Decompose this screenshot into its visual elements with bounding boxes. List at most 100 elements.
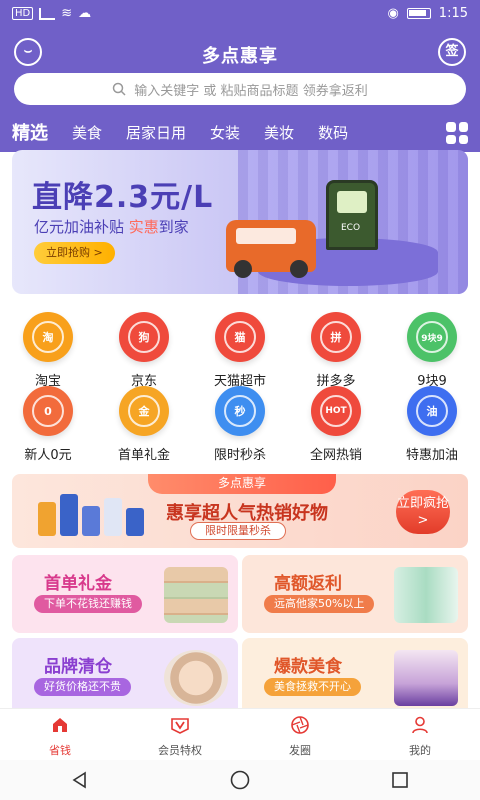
category-tabs: 精选 美食 居家日用 女装 美妆 数码 (0, 114, 480, 150)
cosmetics-image (394, 567, 458, 623)
flash-sale-glyph: 秒 (224, 395, 256, 427)
pinduoduo-icon: 拼 (311, 312, 361, 362)
tab-women[interactable]: 女装 (198, 122, 252, 143)
nav-profile[interactable]: 我的 (360, 709, 480, 760)
product-image (38, 494, 144, 536)
tab-digital[interactable]: 数码 (306, 122, 360, 143)
back-icon[interactable] (70, 770, 90, 790)
recent-apps-icon[interactable] (390, 770, 410, 790)
sign-in-icon[interactable]: 签 (438, 38, 466, 66)
banner-sub-prefix: 亿元加油补贴 (34, 218, 129, 236)
hot-icon: HOT (311, 386, 361, 436)
status-bar: HD ≋ ☁ ◉ 1:15 (0, 0, 480, 28)
shortcut-flash-sale[interactable]: 秒 限时秒杀 (192, 386, 288, 463)
shortcut-label: 首单礼金 (117, 448, 170, 463)
shortcut-label: 新人0元 (24, 448, 72, 463)
buy-now-button[interactable]: 立即抢购 > (34, 242, 115, 264)
shortcut-hot[interactable]: HOT 全网热销 (288, 386, 384, 463)
wifi-icon: ≋ (61, 6, 73, 21)
nav-save-money[interactable]: 省钱 (0, 709, 120, 760)
home-icon (53, 718, 67, 732)
shortcut-pdd[interactable]: 拼 拼多多 (288, 312, 384, 389)
promo-tag: 多点惠享 (148, 474, 336, 494)
nav-vip[interactable]: 会员特权 (120, 709, 240, 760)
page-title: 多点惠享 (202, 46, 278, 67)
search-placeholder: 输入关键字 或 粘贴商品标题 领券拿返利 (134, 83, 368, 99)
cushion-compact-image (164, 650, 228, 706)
card-title: 首单礼金 (44, 574, 112, 594)
shortcut-grid: 淘 淘宝 狗 京东 猫 天猫超市 拼 拼多多 9块9 9块9 0 新人0元 金 … (0, 306, 480, 463)
header: ⌣ 多点惠享 签 输入关键字 或 粘贴商品标题 领券拿返利 精选 美食 居家日用… (0, 28, 480, 152)
coins-icon: 金 (119, 386, 169, 436)
tmall-glyph: 猫 (224, 321, 256, 353)
banner-subtitle: 亿元加油补贴 实惠到家 (34, 216, 189, 237)
vip-icon (171, 718, 189, 734)
eye-icon: ◉ (387, 6, 399, 21)
system-nav-bar (0, 760, 480, 800)
shortcut-label: 全网热销 (309, 448, 362, 463)
shortcut-tmall[interactable]: 猫 天猫超市 (192, 312, 288, 389)
shortcut-label: 特惠加油 (405, 448, 458, 463)
card-title: 品牌清仓 (44, 657, 112, 677)
shortcut-fuel[interactable]: 油 特惠加油 (384, 386, 480, 463)
nav-moments[interactable]: 发圈 (240, 709, 360, 760)
banner-sub-highlight: 实惠 (128, 218, 159, 236)
signal-icon (39, 7, 56, 20)
tab-featured[interactable]: 精选 (0, 119, 60, 145)
search-input[interactable]: 输入关键字 或 粘贴商品标题 领券拿返利 (14, 73, 466, 105)
fuel-banner[interactable]: ECO 直降2.3元/L 亿元加油补贴 实惠到家 立即抢购 > (12, 150, 468, 294)
shortcut-jd[interactable]: 狗 京东 (96, 312, 192, 389)
hot-glyph: HOT (320, 395, 352, 427)
cloud-icon: ☁ (78, 6, 92, 21)
shortcut-newcomer[interactable]: 0 新人0元 (0, 386, 96, 463)
card-clearance[interactable]: 品牌清仓 好货价格还不贵 (12, 638, 238, 716)
card-subtitle: 美食拯救不开心 (264, 678, 361, 696)
search-icon (113, 82, 126, 96)
status-left: HD ≋ ☁ (12, 6, 91, 21)
taobao-glyph: 淘 (32, 321, 64, 353)
user-icon (412, 716, 428, 734)
tmall-icon: 猫 (215, 312, 265, 362)
pinduoduo-glyph: 拼 (320, 321, 352, 353)
card-rebate[interactable]: 高额返利 远高他家50%以上 (242, 555, 468, 633)
fuel-glyph: 油 (416, 395, 448, 427)
fuel-icon: 油 (407, 386, 457, 436)
towels-image (164, 567, 228, 623)
newcomer-glyph: 0 (32, 395, 64, 427)
battery-icon (406, 8, 431, 19)
aperture-icon (291, 716, 309, 734)
nav-label: 发圈 (289, 744, 311, 757)
home-button-icon[interactable] (229, 769, 251, 791)
banner-headline: 直降2.3元/L (32, 180, 214, 215)
car-icon (226, 220, 316, 278)
grab-now-button[interactable]: 立即疯抢 > (396, 490, 450, 534)
carrier-label: HD (12, 7, 34, 20)
card-title: 爆款美食 (274, 657, 342, 677)
shortcut-99[interactable]: 9块9 9块9 (384, 312, 480, 389)
pump-label: ECO (341, 223, 361, 233)
shortcut-taobao[interactable]: 淘 淘宝 (0, 312, 96, 389)
bottom-nav: 省钱 会员特权 发圈 我的 (0, 708, 480, 760)
card-subtitle: 远高他家50%以上 (264, 595, 375, 613)
status-right: ◉ 1:15 (387, 6, 468, 21)
tab-home[interactable]: 居家日用 (114, 122, 198, 143)
shortcut-label: 限时秒杀 (213, 448, 266, 463)
card-title: 高额返利 (274, 574, 342, 594)
newcomer-icon: 0 (23, 386, 73, 436)
flash-sale-icon: 秒 (215, 386, 265, 436)
promo-banner[interactable]: 多点惠享 惠享超人气热销好物 限时限量秒杀 立即疯抢 > (12, 474, 468, 548)
card-first-order[interactable]: 首单礼金 下单不花钱还赚钱 (12, 555, 238, 633)
tab-food[interactable]: 美食 (60, 122, 114, 143)
taobao-icon: 淘 (23, 312, 73, 362)
card-food[interactable]: 爆款美食 美食拯救不开心 (242, 638, 468, 716)
shortcut-first-order[interactable]: 金 首单礼金 (96, 386, 192, 463)
drink-bottle-image (394, 650, 458, 706)
tab-beauty[interactable]: 美妆 (252, 122, 306, 143)
nav-label: 省钱 (49, 744, 71, 757)
fuel-pump-icon: ECO (326, 180, 378, 250)
clock: 1:15 (438, 6, 468, 21)
nine-nine-glyph: 9块9 (416, 321, 448, 353)
jd-icon: 狗 (119, 312, 169, 362)
nav-label: 我的 (409, 744, 431, 757)
category-grid-icon[interactable] (446, 122, 468, 144)
